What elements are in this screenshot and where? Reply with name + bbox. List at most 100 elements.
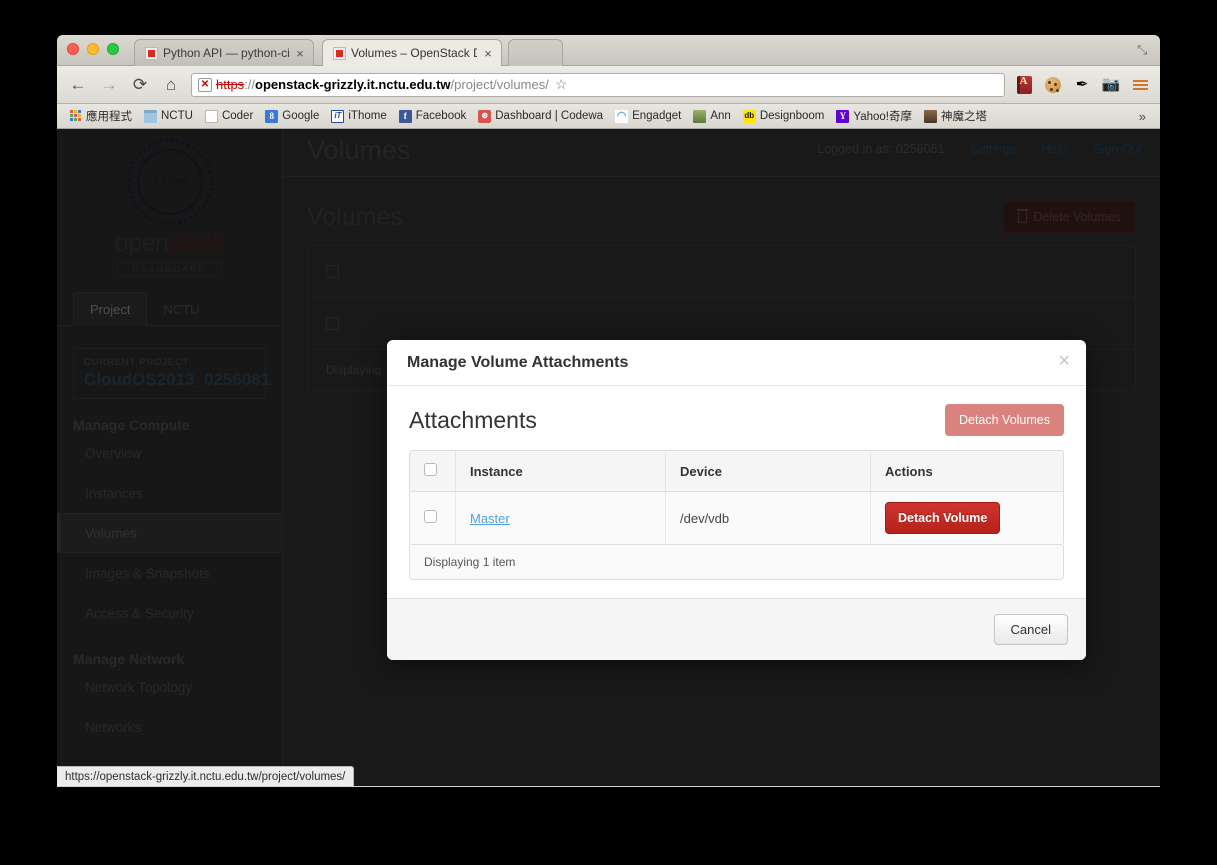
- browser-tab-strip: Python API — python-cind × Volumes – Ope…: [57, 35, 1160, 66]
- url-separator: ://: [244, 77, 256, 92]
- close-icon[interactable]: ×: [293, 47, 307, 60]
- window-minimize-button[interactable]: [87, 43, 99, 55]
- cookie-extension-icon[interactable]: [1043, 75, 1063, 95]
- bookmark-google[interactable]: 8 Google: [259, 109, 325, 123]
- row-checkbox[interactable]: [424, 510, 437, 523]
- column-header-actions: Actions: [871, 451, 1063, 492]
- select-all-header: [410, 451, 456, 492]
- bookmark-star-icon[interactable]: ☆: [555, 76, 568, 93]
- device-cell: /dev/vdb: [666, 492, 871, 545]
- bookmark-label: 神魔之塔: [941, 111, 987, 123]
- cookie-glyph: [1045, 76, 1061, 93]
- detach-volume-button[interactable]: Detach Volume: [885, 502, 1001, 534]
- bookmark-label: Ann: [710, 110, 731, 122]
- status-bar: https://openstack-grizzly.it.nctu.edu.tw…: [57, 766, 355, 786]
- bookmark-coder[interactable]: Coder: [199, 109, 259, 123]
- insecure-https-icon[interactable]: ✕: [198, 77, 212, 92]
- bookmark-label: Yahoo!奇摩: [853, 111, 912, 123]
- apps-grid-icon: [69, 109, 82, 123]
- modal-footer: Cancel: [387, 598, 1086, 660]
- tab-title: Volumes – OpenStack Dash: [351, 46, 477, 60]
- modal-body: Attachments Detach Volumes Instance Devi…: [387, 386, 1086, 598]
- codewars-icon: ⊛: [478, 109, 492, 123]
- tab-title: Python API — python-cind: [163, 46, 289, 60]
- tower-of-saviors-icon: [924, 109, 937, 123]
- bookmark-label: iThome: [348, 110, 387, 122]
- url-path: /project/volumes/: [450, 77, 549, 92]
- modal-header: Manage Volume Attachments ×: [387, 340, 1086, 386]
- bookmark-ann[interactable]: Ann: [687, 109, 736, 123]
- tab-favicon-icon: [145, 46, 158, 60]
- bookmark-label: Dashboard | Codewa: [495, 110, 604, 122]
- bookmark-yahoo[interactable]: Y Yahoo!奇摩: [830, 108, 918, 124]
- bookmark-label: NCTU: [161, 110, 193, 122]
- photo-thumbnail-icon: [693, 109, 707, 123]
- select-all-checkbox[interactable]: [424, 463, 437, 476]
- attachments-table: Instance Device Actions Master /dev/vdb …: [409, 450, 1064, 546]
- browser-tab-volumes-openstack[interactable]: Volumes – OpenStack Dash ×: [322, 39, 502, 66]
- cancel-button[interactable]: Cancel: [993, 614, 1068, 645]
- instance-link[interactable]: Master: [470, 511, 510, 526]
- browser-tab-python-api[interactable]: Python API — python-cind ×: [134, 39, 314, 66]
- engadget-rss-icon: ◠: [615, 109, 629, 123]
- instance-cell: Master: [456, 492, 666, 545]
- bookmarks-bar: 應用程式 NCTU Coder 8 Google iT iThome f Fac…: [57, 104, 1160, 129]
- tab-favicon-icon: [333, 46, 346, 60]
- window-traffic-lights: [67, 43, 119, 55]
- table-row: Master /dev/vdb Detach Volume: [410, 492, 1063, 545]
- bookmark-label: Coder: [221, 110, 254, 122]
- google-icon: 8: [265, 109, 279, 123]
- bookmark-label: Facebook: [415, 110, 467, 122]
- bookmark-codewars-dashboard[interactable]: ⊛ Dashboard | Codewa: [472, 109, 609, 123]
- new-tab-button[interactable]: [508, 39, 563, 66]
- back-button[interactable]: ←: [67, 74, 89, 96]
- eyedropper-extension-icon[interactable]: ✒: [1072, 75, 1092, 95]
- bookmark-label: Google: [282, 110, 320, 122]
- bookmark-label: Designboom: [759, 110, 825, 122]
- row-select-cell: [410, 492, 456, 545]
- ithome-icon: iT: [331, 109, 345, 123]
- home-button[interactable]: ⌂: [160, 74, 182, 96]
- bookmark-apps[interactable]: 應用程式: [63, 108, 138, 124]
- bookmark-label: Engadget: [632, 110, 682, 122]
- bookmark-nctu[interactable]: NCTU: [138, 109, 199, 123]
- folder-icon: [144, 109, 157, 123]
- browser-toolbar: ← → ⟳ ⌂ ✕ https :// openstack-grizzly.it…: [57, 66, 1160, 104]
- column-header-instance: Instance: [456, 451, 666, 492]
- address-bar[interactable]: ✕ https :// openstack-grizzly.it.nctu.ed…: [191, 72, 1005, 97]
- attachments-table-footer: Displaying 1 item: [409, 545, 1064, 580]
- attachments-title: Attachments: [409, 406, 537, 433]
- bookmark-engadget[interactable]: ◠ Engadget: [609, 109, 687, 123]
- url-scheme: https: [216, 77, 245, 92]
- detach-volumes-button[interactable]: Detach Volumes: [944, 404, 1064, 436]
- manage-volume-attachments-modal: Manage Volume Attachments × Attachments …: [387, 340, 1086, 660]
- facebook-icon: f: [398, 109, 412, 123]
- bookmark-tower-of-saviors[interactable]: 神魔之塔: [918, 108, 993, 124]
- book-glyph: A: [1016, 75, 1032, 94]
- bookmark-designboom[interactable]: db Designboom: [737, 109, 831, 123]
- window-zoom-button[interactable]: [107, 43, 119, 55]
- browser-window: Python API — python-cind × Volumes – Ope…: [57, 35, 1160, 787]
- modal-title: Manage Volume Attachments: [407, 353, 629, 371]
- page-viewport: E S 1896 openstack DASHBOARD Project NCT…: [57, 129, 1160, 786]
- window-close-button[interactable]: [67, 43, 79, 55]
- close-icon[interactable]: ×: [481, 47, 495, 60]
- bookmark-label: 應用程式: [86, 111, 132, 123]
- actions-cell: Detach Volume: [871, 492, 1063, 545]
- page-icon: [204, 109, 218, 123]
- screenshot-camera-extension-icon[interactable]: 📷: [1101, 75, 1121, 95]
- reload-button[interactable]: ⟳: [129, 74, 151, 96]
- attachments-header: Attachments Detach Volumes: [409, 404, 1064, 436]
- designboom-icon: db: [742, 109, 756, 123]
- dictionary-extension-icon[interactable]: A: [1014, 75, 1034, 95]
- fullscreen-expand-icon[interactable]: ⤡: [1137, 43, 1150, 56]
- yahoo-icon: Y: [836, 109, 850, 123]
- bookmarks-overflow-chevron-icon[interactable]: »: [1131, 109, 1154, 124]
- close-icon[interactable]: ×: [1058, 351, 1070, 371]
- url-host: openstack-grizzly.it.nctu.edu.tw: [255, 77, 451, 92]
- bookmark-facebook[interactable]: f Facebook: [393, 109, 473, 123]
- forward-button[interactable]: →: [98, 74, 120, 96]
- chrome-menu-icon[interactable]: [1130, 75, 1150, 95]
- bookmark-ithome[interactable]: iT iThome: [325, 109, 392, 123]
- column-header-device: Device: [666, 451, 871, 492]
